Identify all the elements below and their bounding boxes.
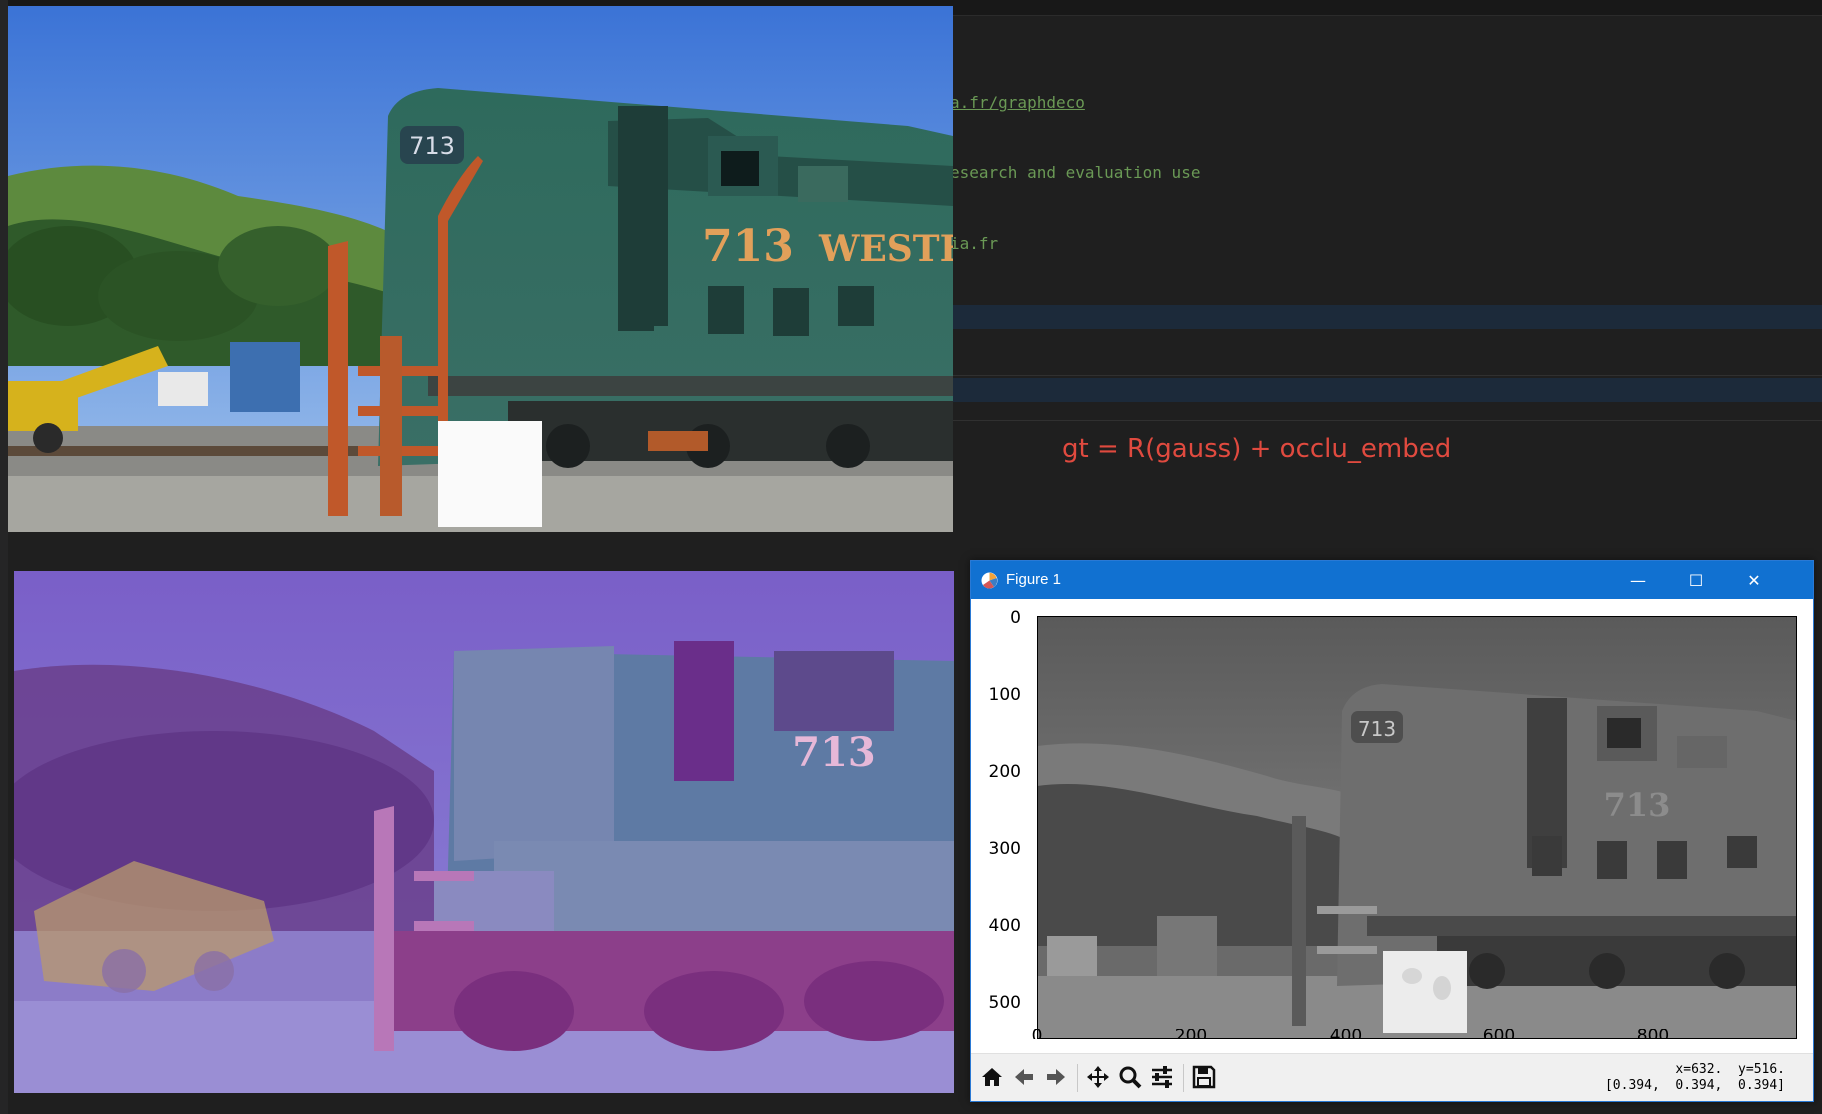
pan-icon[interactable] xyxy=(1083,1062,1113,1092)
y-tick-label: 300 xyxy=(988,839,1021,859)
x-tick-label: 400 xyxy=(1329,1029,1363,1039)
figure-window[interactable]: Figure 1 — ☐ ✕ 0 100 200 300 400 500 713… xyxy=(970,560,1814,1102)
editor-divider xyxy=(950,375,1822,376)
code-line-comment: esearch and evaluation use xyxy=(950,163,1201,182)
figure-title: Figure 1 xyxy=(1006,571,1062,588)
x-tick-label: 800 xyxy=(1636,1029,1670,1039)
figure-titlebar[interactable]: Figure 1 — ☐ ✕ xyxy=(971,561,1813,599)
back-icon[interactable] xyxy=(1009,1062,1039,1092)
annotation-text: gt = R(gauss) + occlu_embed xyxy=(1062,434,1452,464)
line-highlight xyxy=(950,305,1822,329)
train-photo-top: 713 713 WESTE xyxy=(8,6,953,532)
code-line-email: ia.fr xyxy=(950,234,999,253)
x-tick-label: 600 xyxy=(1482,1029,1516,1039)
matplotlib-icon xyxy=(981,572,998,589)
render-train-number: 713 xyxy=(792,729,876,776)
x-tick-label: 200 xyxy=(1174,1029,1208,1039)
toolbar-separator xyxy=(1077,1064,1078,1092)
maximize-button[interactable]: ☐ xyxy=(1667,561,1725,599)
editor-divider xyxy=(950,420,1822,421)
configure-icon[interactable] xyxy=(1147,1062,1177,1092)
y-tick-label: 0 xyxy=(1010,608,1021,628)
y-tick-label: 400 xyxy=(988,916,1021,936)
cursor-coordinates: x=632. y=516. [0.394, 0.394, 0.394] xyxy=(1605,1062,1785,1094)
x-axis-labels: 0 200 400 600 800 xyxy=(971,1029,1813,1039)
home-icon[interactable] xyxy=(977,1062,1007,1092)
plot-canvas[interactable]: 0 100 200 300 400 500 713 713 0 200 400 … xyxy=(971,599,1813,1039)
close-button[interactable]: ✕ xyxy=(1725,561,1783,599)
forward-icon[interactable] xyxy=(1041,1062,1071,1092)
line-highlight xyxy=(950,378,1822,402)
code-line-url[interactable]: a.fr/graphdeco xyxy=(950,93,1085,112)
save-icon[interactable] xyxy=(1189,1062,1219,1092)
render-photo-bottom: 713 xyxy=(14,571,954,1093)
number-plate-text: 713 xyxy=(409,132,455,160)
activity-bar xyxy=(0,0,8,1114)
x-tick-label: 0 xyxy=(1031,1029,1043,1039)
coords-xy: x=632. y=516. xyxy=(1675,1062,1785,1077)
navigation-toolbar: x=632. y=516. [0.394, 0.394, 0.394] xyxy=(971,1053,1813,1101)
coords-value: [0.394, 0.394, 0.394] xyxy=(1604,1078,1785,1093)
gray-number-plate: 713 xyxy=(1358,717,1396,741)
train-number: 713 xyxy=(702,221,794,272)
train-lettering: WESTE xyxy=(818,228,953,270)
zoom-icon[interactable] xyxy=(1115,1062,1145,1092)
y-tick-label: 200 xyxy=(988,762,1021,782)
gray-train-number: 713 xyxy=(1604,786,1671,824)
minimize-button[interactable]: — xyxy=(1609,561,1667,599)
grayscale-image-axes[interactable]: 713 713 xyxy=(1037,616,1797,1039)
toolbar-separator xyxy=(1183,1064,1184,1092)
y-tick-label: 100 xyxy=(988,685,1021,705)
y-tick-label: 500 xyxy=(988,993,1021,1013)
